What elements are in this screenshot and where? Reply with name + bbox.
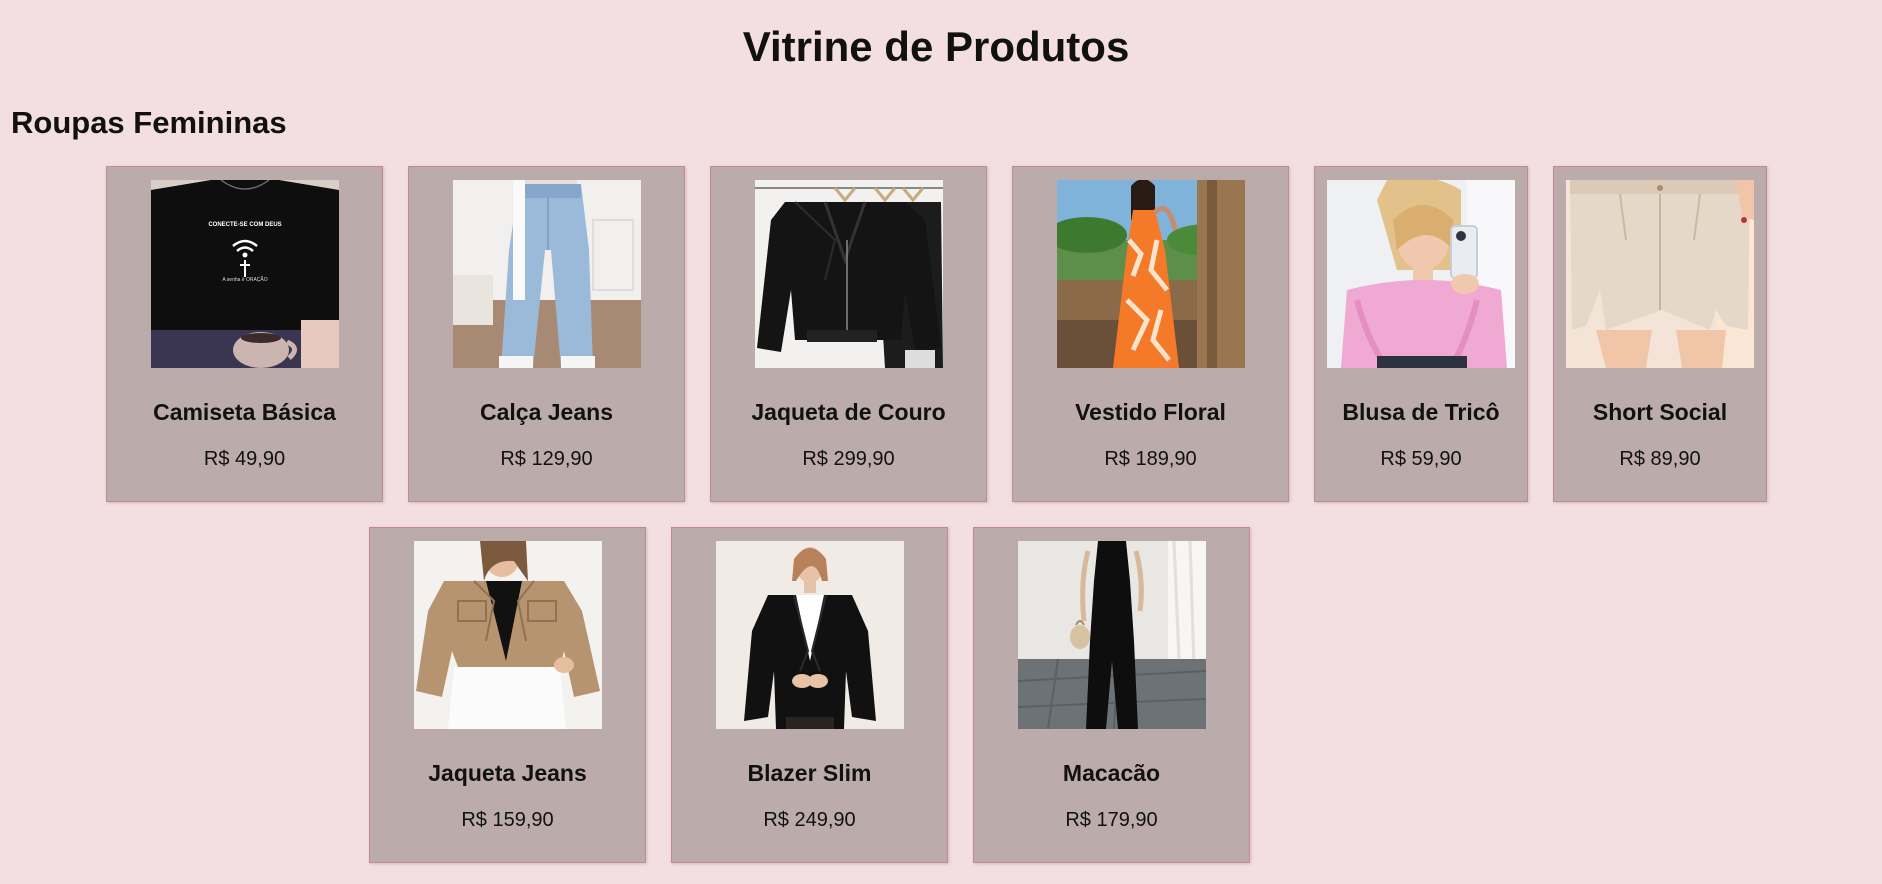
product-card[interactable]: Jaqueta de Couro R$ 299,90: [710, 166, 987, 502]
product-price: R$ 179,90: [1065, 809, 1158, 831]
tshirt-print-subtext: A senha é ORAÇÃO: [222, 276, 267, 283]
product-card[interactable]: Short Social R$ 89,90: [1553, 166, 1767, 502]
product-price: R$ 59,90: [1380, 448, 1462, 470]
product-card[interactable]: Blusa de Tricô R$ 59,90: [1314, 166, 1528, 502]
product-image[interactable]: [1056, 180, 1245, 368]
product-price: R$ 89,90: [1619, 448, 1701, 470]
product-price: R$ 189,90: [1104, 448, 1197, 470]
product-price: R$ 249,90: [763, 809, 856, 831]
product-image[interactable]: CONECTE-SE COM DEUS A senha é ORAÇÃO: [150, 180, 339, 368]
product-name: Short Social: [1592, 399, 1728, 425]
product-image[interactable]: [754, 180, 943, 368]
product-card[interactable]: Blazer Slim R$ 249,90: [671, 527, 948, 863]
page-title: Vitrine de Produtos: [742, 23, 1130, 70]
product-card[interactable]: CONECTE-SE COM DEUS A senha é ORAÇÃO Cam…: [106, 166, 383, 502]
product-price: R$ 129,90: [500, 448, 593, 470]
product-name: Blusa de Tricô: [1342, 399, 1500, 425]
product-image[interactable]: [1017, 541, 1206, 729]
section-title: Roupas Femininas: [11, 105, 287, 140]
product-image[interactable]: [715, 541, 904, 729]
product-image[interactable]: [413, 541, 602, 729]
product-name: Blazer Slim: [747, 760, 872, 786]
product-price: R$ 49,90: [203, 448, 286, 470]
product-price: R$ 299,90: [802, 448, 895, 470]
product-image[interactable]: [452, 180, 641, 368]
product-name: Vestido Floral: [1075, 399, 1226, 425]
product-card[interactable]: Calça Jeans R$ 129,90: [408, 166, 685, 502]
product-name: Camiseta Básica: [153, 399, 336, 425]
product-name: Jaqueta Jeans: [428, 760, 587, 786]
product-card[interactable]: Macacão R$ 179,90: [973, 527, 1250, 863]
tshirt-print-text: CONECTE-SE COM DEUS: [208, 222, 281, 228]
product-image[interactable]: [1327, 180, 1515, 368]
product-image[interactable]: [1566, 180, 1754, 368]
product-card[interactable]: Vestido Floral R$ 189,90: [1012, 166, 1289, 502]
product-card[interactable]: Jaqueta Jeans R$ 159,90: [369, 527, 646, 863]
product-name: Calça Jeans: [480, 399, 613, 425]
product-price: R$ 159,90: [461, 809, 554, 831]
product-name: Macacão: [1062, 760, 1161, 786]
product-name: Jaqueta de Couro: [751, 399, 946, 425]
